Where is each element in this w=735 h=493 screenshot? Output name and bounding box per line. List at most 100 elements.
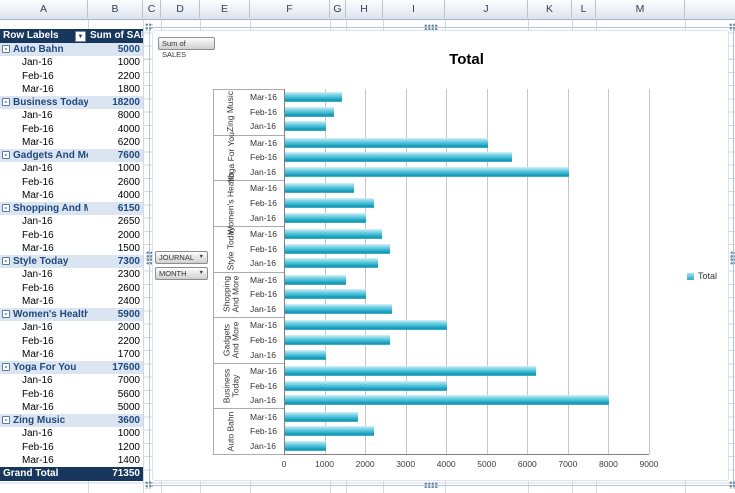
bar-women-s-health-feb-16[interactable] (285, 198, 374, 208)
pivot-label-cell[interactable]: Mar-16 (0, 454, 88, 467)
handle-top-left[interactable] (145, 23, 153, 31)
handle-top-right[interactable] (729, 23, 735, 31)
column-header-H[interactable]: H (346, 0, 383, 18)
pivot-label-cell[interactable]: -Shopping And More (0, 202, 88, 215)
pivot-label-cell[interactable]: Mar-16 (0, 348, 88, 361)
bar-style-today-mar-16[interactable] (285, 229, 382, 239)
pivot-label-cell[interactable]: Mar-16 (0, 295, 88, 308)
bar-women-s-health-jan-16[interactable] (285, 213, 366, 223)
column-header-L[interactable]: L (572, 0, 596, 18)
bar-gadgets-and-more-feb-16[interactable] (285, 335, 390, 345)
pivot-value-cell[interactable]: 2600 (88, 176, 143, 189)
journal-field-button[interactable]: JOURNAL▼ (155, 251, 208, 264)
column-header-F[interactable]: F (250, 0, 330, 18)
pivot-value-cell[interactable]: 5900 (88, 308, 143, 321)
pivot-value-cell[interactable]: 2200 (88, 70, 143, 83)
pivot-row[interactable]: Feb-162600 (0, 176, 143, 189)
handle-mid-right[interactable] (730, 251, 735, 265)
pivot-value-cell[interactable]: 18200 (88, 96, 143, 109)
pivot-value-cell[interactable]: 1800 (88, 83, 143, 96)
bar-shopping-and-more-mar-16[interactable] (285, 275, 346, 285)
pivot-row[interactable]: Mar-161500 (0, 242, 143, 255)
pivot-value-cell[interactable]: 1200 (88, 441, 143, 454)
pivot-row[interactable]: Jan-161000 (0, 162, 143, 175)
pivot-value-cell[interactable]: 5000 (88, 401, 143, 414)
pivot-row[interactable]: Jan-162000 (0, 321, 143, 334)
bar-auto-bahn-mar-16[interactable] (285, 412, 358, 422)
pivot-value-cell[interactable]: 2400 (88, 295, 143, 308)
pivot-value-cell[interactable]: 4000 (88, 189, 143, 202)
pivot-label-cell[interactable]: Feb-16 (0, 123, 88, 136)
bar-zing-music-jan-16[interactable] (285, 121, 326, 131)
pivot-value-cell[interactable]: 2000 (88, 321, 143, 334)
pivot-value-cell[interactable]: 7000 (88, 374, 143, 387)
pivot-label-cell[interactable]: -Zing Music (0, 414, 88, 427)
pivot-value-cell[interactable]: 6150 (88, 202, 143, 215)
pivot-row[interactable]: Jan-168000 (0, 109, 143, 122)
pivot-row[interactable]: -Business Today18200 (0, 96, 143, 109)
collapse-button[interactable]: - (2, 204, 10, 212)
bar-yoga-for-you-jan-16[interactable] (285, 167, 569, 177)
column-header-G[interactable]: G (330, 0, 346, 18)
pivot-row[interactable]: Mar-162400 (0, 295, 143, 308)
column-header-K[interactable]: K (528, 0, 572, 18)
pivot-label-cell[interactable]: Feb-16 (0, 335, 88, 348)
pivot-row[interactable]: -Yoga For You17600 (0, 361, 143, 374)
column-header-blank[interactable] (685, 0, 735, 18)
pivot-label-cell[interactable]: Jan-16 (0, 268, 88, 281)
column-header-I[interactable]: I (383, 0, 445, 18)
pivot-value-cell[interactable]: 6200 (88, 136, 143, 149)
handle-bottom-left[interactable] (145, 481, 153, 489)
filter-dropdown-icon[interactable]: ▼ (75, 31, 86, 42)
pivot-row[interactable]: Jan-162650 (0, 215, 143, 228)
pivot-row[interactable]: -Gadgets And More7600 (0, 149, 143, 162)
pivot-label-cell[interactable]: Jan-16 (0, 56, 88, 69)
pivot-label-cell[interactable]: Mar-16 (0, 401, 88, 414)
pivot-label-cell[interactable]: -Women's Health (0, 308, 88, 321)
pivot-value-cell[interactable]: 7600 (88, 149, 143, 162)
column-header-D[interactable]: D (161, 0, 200, 18)
pivot-row[interactable]: Feb-161200 (0, 441, 143, 454)
bar-shopping-and-more-jan-16[interactable] (285, 304, 392, 314)
pivot-value-cell[interactable]: 3600 (88, 414, 143, 427)
pivot-label-cell[interactable]: Mar-16 (0, 136, 88, 149)
pivot-value-cell[interactable]: 8000 (88, 109, 143, 122)
pivot-value-cell[interactable]: 1400 (88, 454, 143, 467)
bar-style-today-feb-16[interactable] (285, 244, 390, 254)
pivot-row[interactable]: Jan-161000 (0, 427, 143, 440)
pivot-label-cell[interactable]: Mar-16 (0, 189, 88, 202)
bar-zing-music-feb-16[interactable] (285, 107, 334, 117)
column-header-B[interactable]: B (88, 0, 143, 18)
bar-zing-music-mar-16[interactable] (285, 92, 342, 102)
collapse-button[interactable]: - (2, 310, 10, 318)
pivot-label-cell[interactable]: -Business Today (0, 96, 88, 109)
pivot-value-cell[interactable]: 2300 (88, 268, 143, 281)
pivot-row[interactable]: Feb-162000 (0, 229, 143, 242)
pivot-row[interactable]: -Women's Health5900 (0, 308, 143, 321)
pivot-row[interactable]: Mar-161700 (0, 348, 143, 361)
column-header-A[interactable]: A (0, 0, 88, 18)
bar-women-s-health-mar-16[interactable] (285, 183, 354, 193)
collapse-button[interactable]: - (2, 45, 10, 53)
pivot-row[interactable]: Jan-167000 (0, 374, 143, 387)
column-header-M[interactable]: M (596, 0, 685, 18)
bar-yoga-for-you-mar-16[interactable] (285, 138, 488, 148)
collapse-button[interactable]: - (2, 151, 10, 159)
pivot-value-cell[interactable]: 2600 (88, 282, 143, 295)
pivot-label-cell[interactable]: Feb-16 (0, 282, 88, 295)
pivot-value-cell[interactable]: 1000 (88, 162, 143, 175)
pivot-row[interactable]: -Shopping And More6150 (0, 202, 143, 215)
pivot-value-cell[interactable]: 2650 (88, 215, 143, 228)
pivot-value-cell[interactable]: 1000 (88, 56, 143, 69)
column-header-J[interactable]: J (445, 0, 528, 18)
pivot-label-cell[interactable]: Feb-16 (0, 229, 88, 242)
pivot-label-cell[interactable]: -Auto Bahn (0, 43, 88, 56)
bar-yoga-for-you-feb-16[interactable] (285, 152, 512, 162)
handle-top-center[interactable] (424, 24, 438, 30)
pivot-label-cell[interactable]: Jan-16 (0, 427, 88, 440)
handle-mid-left[interactable] (146, 251, 152, 265)
pivot-chart[interactable]: Sum of SALES Total 010002000300040005000… (152, 30, 729, 481)
bar-gadgets-and-more-jan-16[interactable] (285, 350, 326, 360)
pivot-row[interactable]: Feb-162200 (0, 335, 143, 348)
collapse-button[interactable]: - (2, 416, 10, 424)
